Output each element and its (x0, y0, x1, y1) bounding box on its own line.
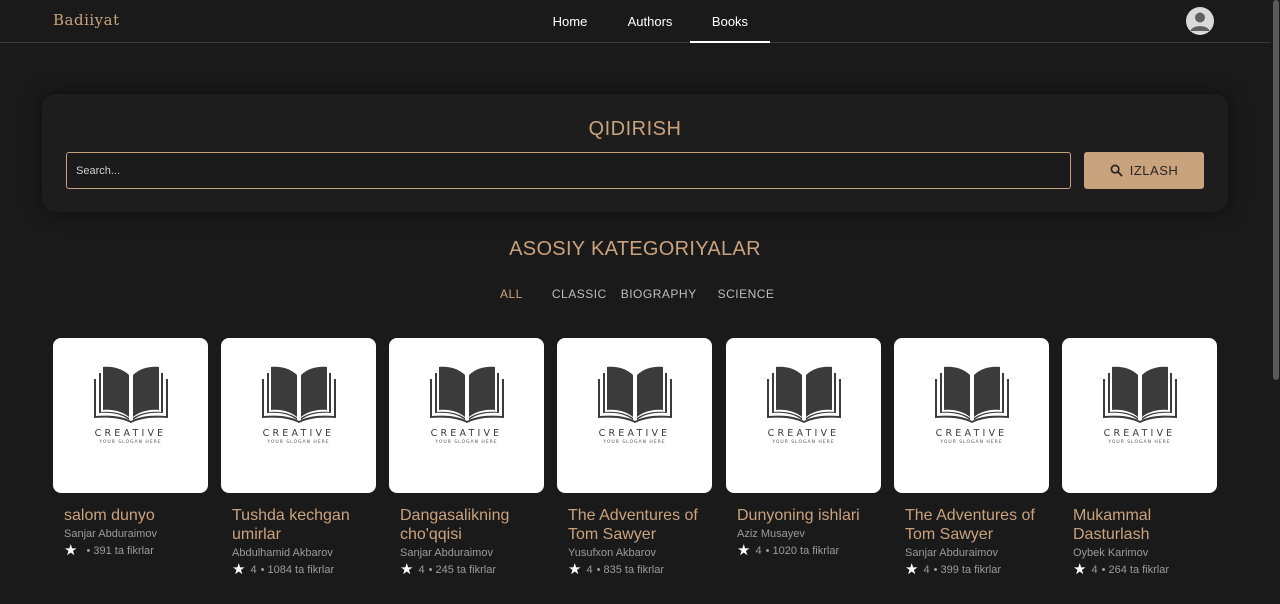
book-title[interactable]: The Adventures of Tom Sawyer (557, 506, 712, 544)
book-author: Yusufxon Akbarov (568, 547, 657, 559)
book-title[interactable]: Dangasalikning cho'qqisi (389, 506, 544, 544)
book-title[interactable]: Dunyoning ishlari (726, 506, 881, 525)
book-title[interactable]: Mukammal Dasturlash (1062, 506, 1217, 544)
book-rating-row: ★ 4 • 264 ta fikrlar (1062, 561, 1217, 578)
book-rating-row: ★ 4 • 245 ta fikrlar (389, 561, 544, 578)
book-card[interactable]: CREATIVE YOUR SLOGAN HERE The Adventures… (557, 338, 712, 577)
category-tab-biography[interactable]: BIOGRAPHY (621, 287, 697, 303)
book-title[interactable]: Tushda kechgan umirlar (221, 506, 376, 544)
cover-slogan-text: YOUR SLOGAN HERE (267, 440, 330, 445)
book-rating: 4 (923, 564, 930, 576)
top-navbar: Badiiyat Home Authors Books (0, 0, 1271, 43)
book-card[interactable]: CREATIVE YOUR SLOGAN HERE Tushda kechgan… (221, 338, 376, 577)
category-tabs: ALL CLASSIC BIOGRAPHY SCIENCE (490, 287, 774, 303)
book-reviews: • 399 ta fikrlar (933, 564, 1002, 576)
cover-slogan-text: YOUR SLOGAN HERE (1108, 440, 1171, 445)
book-reviews: • 1084 ta fikrlar (260, 564, 335, 576)
open-book-icon (934, 366, 1009, 423)
book-card[interactable]: CREATIVE YOUR SLOGAN HERE Mukammal Dastu… (1062, 338, 1217, 577)
book-author: Abdulhamid Akbarov (232, 547, 333, 559)
star-icon: ★ (737, 542, 751, 559)
book-cover[interactable]: CREATIVE YOUR SLOGAN HERE (557, 338, 712, 493)
book-card[interactable]: CREATIVE YOUR SLOGAN HERE salom dunyo Sa… (53, 338, 208, 558)
book-author: Aziz Musayev (737, 528, 805, 540)
main-nav: Home Authors Books (530, 0, 770, 43)
page-scrollbar[interactable] (1271, 0, 1280, 604)
star-icon: ★ (1073, 561, 1087, 578)
book-reviews: • 1020 ta fikrlar (765, 545, 840, 557)
star-icon: ★ (64, 542, 78, 559)
book-reviews: • 264 ta fikrlar (1101, 564, 1170, 576)
cover-slogan-text: YOUR SLOGAN HERE (603, 440, 666, 445)
category-tab-all[interactable]: ALL (500, 287, 523, 303)
star-icon: ★ (232, 561, 246, 578)
user-avatar[interactable] (1186, 7, 1214, 35)
book-rating: 4 (586, 564, 593, 576)
book-cover[interactable]: CREATIVE YOUR SLOGAN HERE (1062, 338, 1217, 493)
cover-brand-text: CREATIVE (430, 428, 503, 439)
book-rating-row: ★ 4 • 399 ta fikrlar (894, 561, 1049, 578)
nav-home[interactable]: Home (530, 0, 610, 42)
open-book-icon (429, 366, 504, 423)
search-input[interactable] (66, 152, 1071, 189)
book-rating: 4 (418, 564, 425, 576)
cover-slogan-text: YOUR SLOGAN HERE (940, 440, 1003, 445)
book-rating-row: ★ 4 • 1020 ta fikrlar (726, 542, 881, 559)
book-cover[interactable]: CREATIVE YOUR SLOGAN HERE (221, 338, 376, 493)
book-reviews: • 245 ta fikrlar (428, 564, 497, 576)
cover-slogan-text: YOUR SLOGAN HERE (435, 440, 498, 445)
search-title: QIDIRISH (588, 118, 682, 140)
nav-authors[interactable]: Authors (610, 0, 690, 42)
open-book-icon (766, 366, 841, 423)
book-title[interactable]: The Adventures of Tom Sawyer (894, 506, 1049, 544)
nav-books[interactable]: Books (690, 0, 770, 43)
search-button[interactable]: IZLASH (1084, 152, 1204, 189)
cover-brand-text: CREATIVE (262, 428, 335, 439)
book-cover[interactable]: CREATIVE YOUR SLOGAN HERE (726, 338, 881, 493)
cover-brand-text: CREATIVE (94, 428, 167, 439)
category-tab-science[interactable]: SCIENCE (718, 287, 775, 303)
book-rating-row: ★ • 391 ta fikrlar (53, 542, 208, 559)
book-author: Oybek Karimov (1073, 547, 1149, 559)
cover-brand-text: CREATIVE (935, 428, 1008, 439)
star-icon: ★ (400, 561, 414, 578)
book-author: Sanjar Abduraimov (905, 547, 998, 559)
book-cover[interactable]: CREATIVE YOUR SLOGAN HERE (389, 338, 544, 493)
user-icon (1190, 12, 1210, 31)
book-rating: 4 (755, 545, 762, 557)
open-book-icon (261, 366, 336, 423)
book-reviews: • 835 ta fikrlar (596, 564, 665, 576)
search-icon (1110, 164, 1123, 177)
star-icon: ★ (905, 561, 919, 578)
cover-slogan-text: YOUR SLOGAN HERE (99, 440, 162, 445)
cover-slogan-text: YOUR SLOGAN HERE (772, 440, 835, 445)
cover-brand-text: CREATIVE (1103, 428, 1176, 439)
book-reviews: • 391 ta fikrlar (86, 545, 154, 557)
book-title[interactable]: salom dunyo (53, 506, 208, 525)
book-rating: 4 (1091, 564, 1098, 576)
book-cover[interactable]: CREATIVE YOUR SLOGAN HERE (53, 338, 208, 493)
book-rating-row: ★ 4 • 835 ta fikrlar (557, 561, 712, 578)
search-button-label: IZLASH (1129, 163, 1179, 178)
categories-title: ASOSIY KATEGORIYALAR (509, 238, 761, 260)
star-icon: ★ (568, 561, 582, 578)
cover-brand-text: CREATIVE (598, 428, 671, 439)
book-rating-row: ★ 4 • 1084 ta fikrlar (221, 561, 376, 578)
cover-brand-text: CREATIVE (767, 428, 840, 439)
category-tab-classic[interactable]: CLASSIC (552, 287, 607, 303)
book-rating: 4 (250, 564, 257, 576)
book-card[interactable]: CREATIVE YOUR SLOGAN HERE The Adventures… (894, 338, 1049, 577)
scrollbar-thumb[interactable] (1273, 0, 1279, 380)
book-cover[interactable]: CREATIVE YOUR SLOGAN HERE (894, 338, 1049, 493)
book-author: Sanjar Abduraimov (64, 528, 157, 540)
logo[interactable]: Badiiyat (53, 11, 120, 29)
book-author: Sanjar Abduraimov (400, 547, 493, 559)
open-book-icon (1102, 366, 1177, 423)
book-card[interactable]: CREATIVE YOUR SLOGAN HERE Dunyoning ishl… (726, 338, 881, 558)
open-book-icon (93, 366, 168, 423)
open-book-icon (597, 366, 672, 423)
book-card[interactable]: CREATIVE YOUR SLOGAN HERE Dangasalikning… (389, 338, 544, 577)
